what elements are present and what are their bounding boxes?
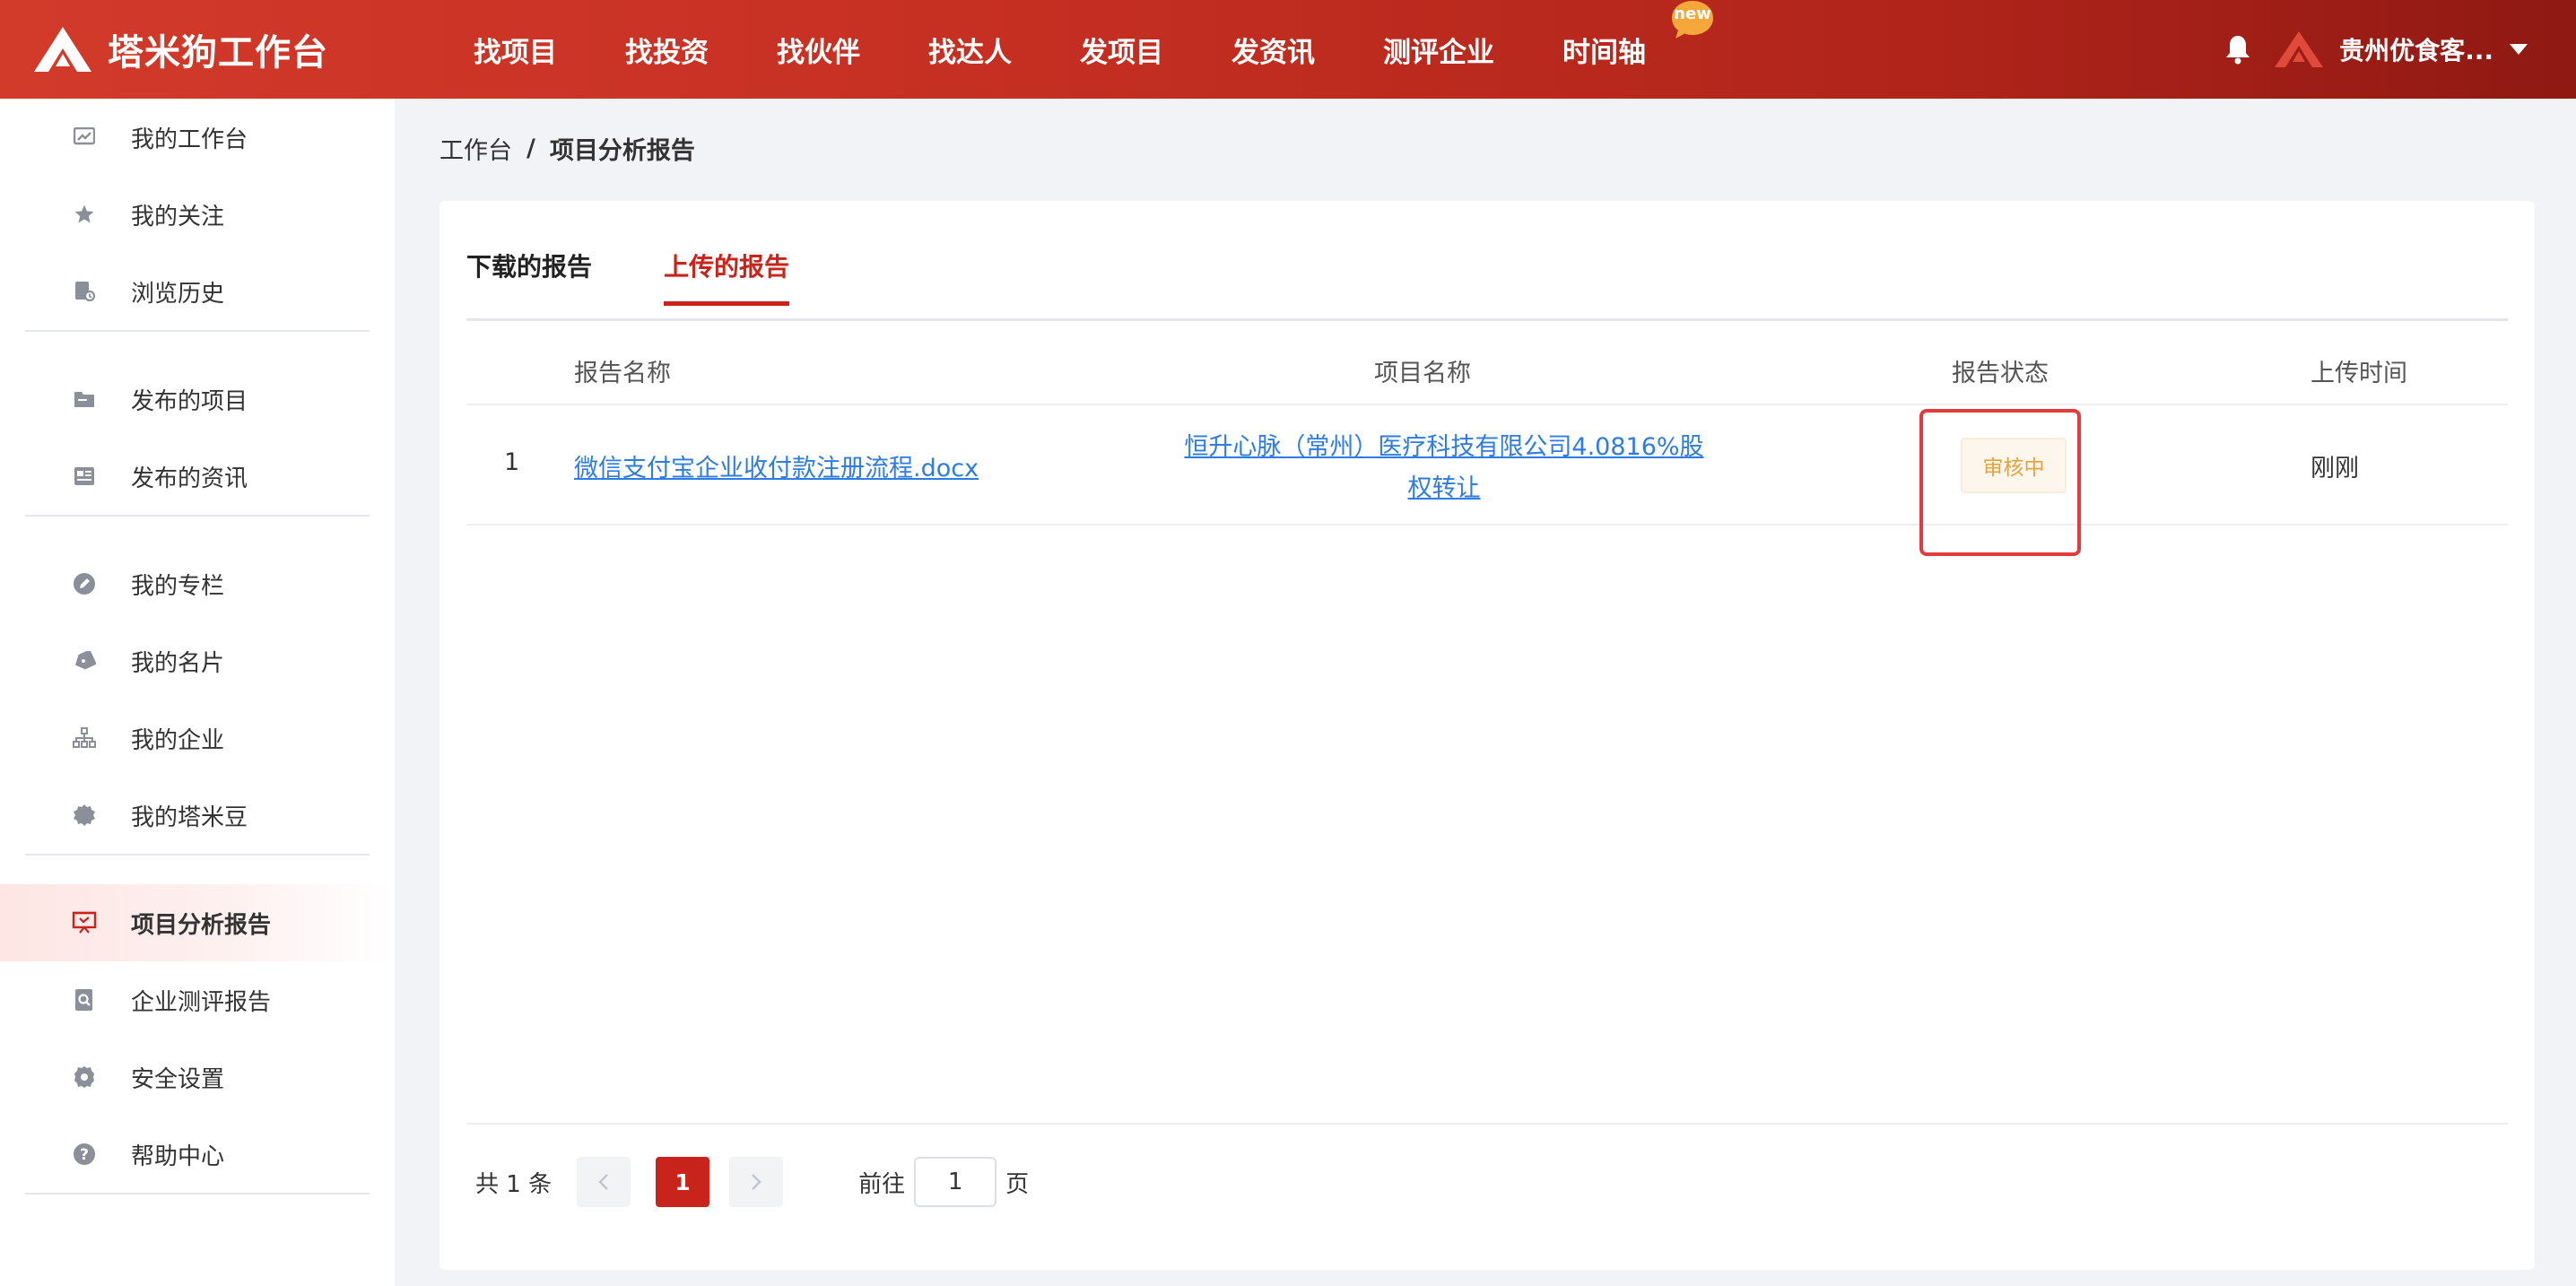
- sidebar-item-help[interactable]: ? 帮助中心: [0, 1116, 395, 1193]
- pagination-total: 共 1 条: [475, 1170, 553, 1198]
- tab-downloaded-reports[interactable]: 下载的报告: [466, 248, 592, 301]
- sidebar-item-label: 发布的资讯: [131, 465, 248, 492]
- breadcrumb: 工作台 / 项目分析报告: [439, 131, 695, 166]
- tab-uploaded-reports[interactable]: 上传的报告: [664, 248, 790, 306]
- sidebar-item-label: 我的企业: [131, 726, 225, 754]
- table-row: 1 微信支付宝企业收付款注册流程.docx 恒升心脉（常州）医疗科技有限公司4.…: [466, 405, 2508, 556]
- pagination: 共 1 条 1 前往 页: [475, 1155, 1029, 1209]
- sidebar-item-column[interactable]: 我的专栏: [0, 545, 395, 622]
- user-name[interactable]: 贵州优食客...: [2339, 31, 2493, 67]
- logo[interactable]: 塔米狗工作台: [32, 23, 409, 75]
- prev-page-button[interactable]: [577, 1157, 631, 1207]
- report-tabs: 下载的报告 上传的报告: [466, 248, 2508, 321]
- nav-publish-project[interactable]: 发项目: [1080, 30, 1163, 70]
- nav-find-expert[interactable]: 找达人: [928, 30, 1012, 70]
- project-name-line: 恒升心脉（常州）医疗科技有限公司4.0816%股: [1184, 433, 1704, 461]
- project-name-link[interactable]: 恒升心脉（常州）医疗科技有限公司4.0816%股 权转让: [1148, 427, 1740, 509]
- logo-icon: [34, 27, 91, 72]
- news-icon: [72, 464, 97, 489]
- divider: [466, 1123, 2508, 1125]
- report-icon: [72, 910, 97, 935]
- sidebar-group: 项目分析报告 企业测评报告 安全设置 ? 帮助中心: [0, 884, 395, 1195]
- breadcrumb-root[interactable]: 工作台: [439, 131, 512, 166]
- goto-label: 前往: [858, 1170, 906, 1198]
- chevron-right-icon: [752, 1174, 761, 1190]
- sidebar-item-label: 我的工作台: [131, 126, 248, 153]
- breadcrumb-separator: /: [527, 135, 535, 162]
- pen-icon: [72, 571, 97, 596]
- header-right: 贵州优食客...: [2223, 0, 2528, 99]
- sidebar-item-project-report[interactable]: 项目分析报告: [0, 884, 395, 961]
- sidebar-item-card[interactable]: 我的名片: [0, 622, 395, 699]
- nav-find-project[interactable]: 找项目: [474, 30, 557, 70]
- sidebar-item-workbench[interactable]: 我的工作台: [0, 99, 395, 176]
- gear-icon: [72, 1064, 97, 1090]
- sidebar-item-label: 企业测评报告: [131, 988, 272, 1016]
- nav-find-investment[interactable]: 找投资: [625, 30, 709, 70]
- sidebar-item-history[interactable]: 浏览历史: [0, 253, 395, 330]
- sidebar-item-label: 我的专栏: [131, 572, 225, 600]
- sidebar-item-label: 我的关注: [131, 203, 225, 230]
- history-icon: [72, 279, 97, 304]
- sidebar: 我的工作台 我的关注 浏览历史 发布的项目 发布的资讯 我的专栏 我的名片 我的…: [0, 99, 395, 1286]
- report-name-link[interactable]: 微信支付宝企业收付款注册流程.docx: [574, 448, 979, 483]
- sidebar-item-label: 帮助中心: [131, 1143, 225, 1170]
- table-header: 报告名称 项目名称 报告状态 上传时间: [466, 334, 2508, 405]
- project-name-line: 权转让: [1407, 474, 1481, 502]
- sidebar-item-label: 安全设置: [131, 1065, 225, 1093]
- svg-text:?: ?: [80, 1146, 89, 1164]
- sidebar-item-published-projects[interactable]: 发布的项目: [0, 361, 395, 438]
- tag-icon: [72, 648, 97, 673]
- chevron-down-icon[interactable]: [2510, 44, 2528, 55]
- column-header-project-name: 项目名称: [1374, 360, 1471, 387]
- nav-timeline-label: 时间轴: [1562, 36, 1646, 69]
- main-nav: 找项目 找投资 找伙伴 找达人 发项目 发资讯 测评企业 时间轴 new: [474, 0, 1713, 70]
- nav-find-partner[interactable]: 找伙伴: [777, 30, 860, 70]
- content-card: 下载的报告 上传的报告 报告名称 项目名称 报告状态 上传时间 1 微信支付宝企…: [439, 201, 2535, 1270]
- sidebar-item-security[interactable]: 安全设置: [0, 1038, 395, 1116]
- search-doc-icon: [72, 987, 97, 1012]
- nav-publish-news[interactable]: 发资讯: [1231, 30, 1315, 70]
- coin-icon: [72, 803, 97, 828]
- column-header-report-name: 报告名称: [574, 360, 671, 387]
- top-header: 塔米狗工作台 找项目 找投资 找伙伴 找达人 发项目 发资讯 测评企业 时间轴 …: [0, 0, 2576, 99]
- chevron-left-icon: [598, 1174, 608, 1190]
- new-badge: new: [1670, 0, 1715, 40]
- sidebar-item-label: 发布的项目: [131, 387, 248, 415]
- sidebar-item-company[interactable]: 我的企业: [0, 699, 395, 777]
- nav-timeline[interactable]: 时间轴 new: [1562, 0, 1713, 70]
- logo-text: 塔米狗工作台: [108, 32, 328, 74]
- sidebar-group: 我的工作台 我的关注 浏览历史: [25, 99, 370, 332]
- upload-time: 刚刚: [2311, 455, 2359, 482]
- status-highlight-box: [1919, 409, 2081, 556]
- column-header-status: 报告状态: [1952, 360, 2049, 387]
- help-icon: ?: [72, 1142, 97, 1167]
- breadcrumb-current: 项目分析报告: [549, 137, 695, 165]
- sidebar-item-follow[interactable]: 我的关注: [0, 176, 395, 253]
- page-suffix: 页: [1005, 1170, 1030, 1198]
- nav-evaluate-company[interactable]: 测评企业: [1383, 30, 1494, 70]
- sidebar-group: 发布的项目 发布的资讯: [25, 361, 370, 517]
- column-header-upload-time: 上传时间: [2311, 360, 2407, 387]
- goto-page-input[interactable]: [914, 1157, 997, 1207]
- sidebar-item-label: 项目分析报告: [131, 911, 272, 939]
- sidebar-group: 我的专栏 我的名片 我的企业 我的塔米豆: [25, 545, 370, 856]
- reports-table: 报告名称 项目名称 报告状态 上传时间 1 微信支付宝企业收付款注册流程.doc…: [466, 334, 2508, 556]
- sidebar-item-beans[interactable]: 我的塔米豆: [0, 777, 395, 854]
- bell-icon[interactable]: [2223, 33, 2253, 65]
- sidebar-item-label: 浏览历史: [131, 280, 225, 308]
- row-index: 1: [504, 448, 520, 476]
- org-icon: [72, 726, 97, 751]
- folder-icon: [72, 387, 97, 412]
- sidebar-item-label: 我的名片: [131, 649, 225, 677]
- page-number-button[interactable]: 1: [656, 1157, 710, 1207]
- chart-icon: [72, 125, 97, 150]
- next-page-button[interactable]: [729, 1157, 784, 1207]
- sidebar-item-label: 我的塔米豆: [131, 804, 248, 831]
- avatar[interactable]: [2273, 30, 2325, 69]
- sidebar-item-company-report[interactable]: 企业测评报告: [0, 961, 395, 1038]
- star-icon: [72, 202, 97, 227]
- sidebar-item-published-news[interactable]: 发布的资讯: [0, 438, 395, 515]
